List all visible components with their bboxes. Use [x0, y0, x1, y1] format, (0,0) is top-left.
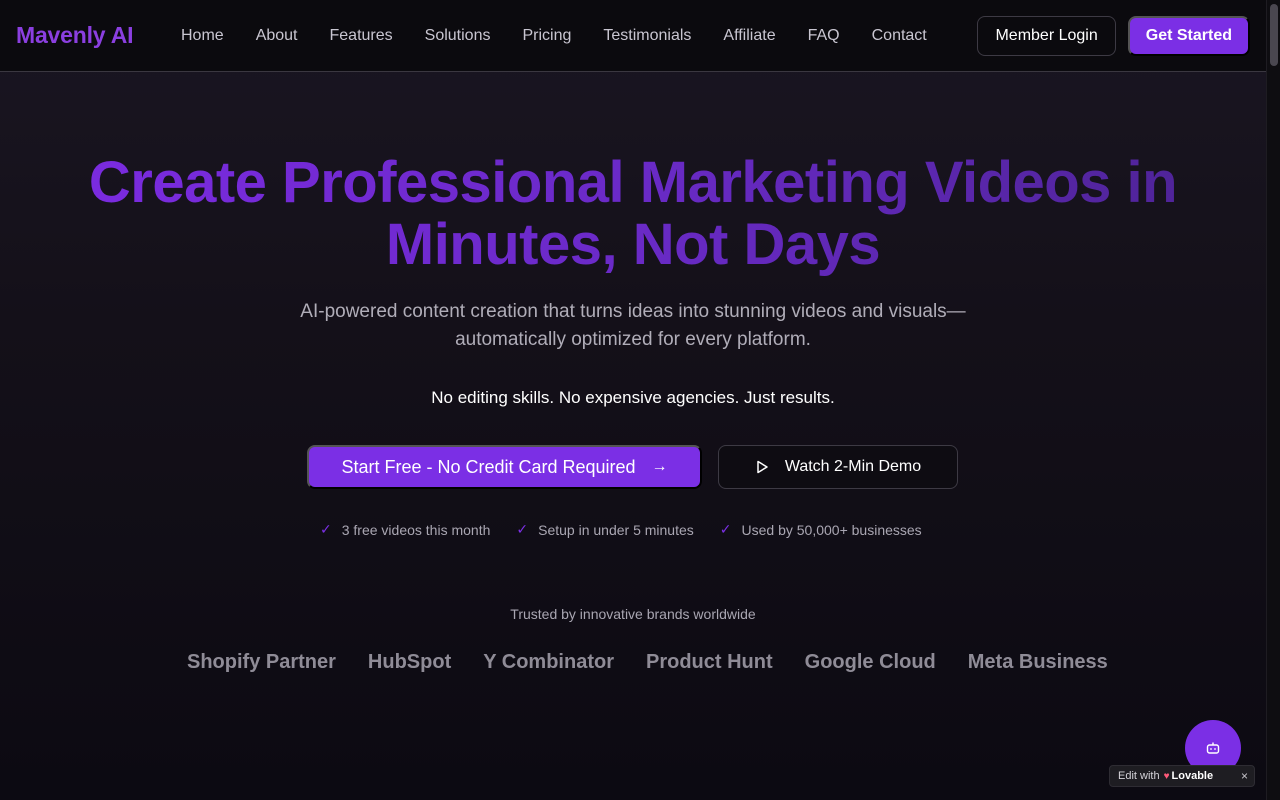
nav-link-contact[interactable]: Contact: [872, 27, 927, 45]
feature-checks: ✓ 3 free videos this month ✓ Setup in un…: [320, 521, 922, 538]
badge-brand-label: Lovable: [1171, 770, 1214, 782]
brand-logos: Shopify Partner HubSpot Y Combinator Pro…: [187, 651, 1108, 674]
trusted-label: Trusted by innovative brands worldwide: [510, 606, 756, 622]
cta-row: Start Free - No Credit Card Required → W…: [307, 445, 958, 489]
brand-logo[interactable]: Mavenly AI: [16, 22, 181, 49]
check-item: ✓ Setup in under 5 minutes: [516, 521, 693, 538]
scrollbar-thumb[interactable]: [1270, 4, 1278, 66]
get-started-button[interactable]: Get Started: [1127, 15, 1250, 56]
nav-link-faq[interactable]: FAQ: [808, 27, 840, 45]
member-login-button[interactable]: Member Login: [977, 15, 1116, 56]
nav-actions: Member Login Get Started: [977, 15, 1250, 56]
hero-title-line-2: Minutes, Not Days: [385, 212, 881, 277]
check-label: Used by 50,000+ businesses: [741, 521, 922, 538]
check-label: 3 free videos this month: [341, 521, 491, 538]
hero-tagline: No editing skills. No expensive agencies…: [431, 388, 835, 407]
badge-brand: ♥ Lovable: [1164, 770, 1214, 782]
brand-producthunt: Product Hunt: [646, 651, 773, 673]
play-icon: [757, 460, 768, 474]
nav-link-solutions[interactable]: Solutions: [425, 27, 491, 45]
start-free-button[interactable]: Start Free - No Credit Card Required →: [307, 445, 702, 489]
hero-subtitle: AI-powered content creation that turns i…: [300, 301, 966, 350]
hero-title-line-1: Create Professional Marketing Videos in: [88, 150, 1178, 215]
page-scrollbar[interactable]: [1266, 0, 1280, 800]
brand-hubspot: HubSpot: [367, 651, 452, 673]
top-navbar: Mavenly AI Home About Features Solutions…: [0, 0, 1266, 72]
edit-with-lovable-badge[interactable]: Edit with ♥ Lovable ×: [1109, 765, 1255, 787]
check-icon: ✓: [320, 521, 332, 537]
brand-ycombinator: Y Combinator: [483, 651, 614, 673]
nav-links: Home About Features Solutions Pricing Te…: [181, 27, 927, 45]
watch-demo-button[interactable]: Watch 2-Min Demo: [718, 445, 958, 489]
nav-link-pricing[interactable]: Pricing: [522, 27, 571, 45]
page: Mavenly AI Home About Features Solutions…: [0, 0, 1280, 800]
nav-link-testimonials[interactable]: Testimonials: [603, 27, 691, 45]
badge-prefix: Edit with: [1118, 770, 1160, 782]
heart-icon: ♥: [1163, 770, 1170, 782]
check-icon: ✓: [516, 521, 529, 537]
hero-title: Create Professional Marketing Videos in …: [0, 152, 1266, 276]
close-icon[interactable]: ×: [1241, 769, 1248, 783]
check-icon: ✓: [719, 521, 732, 537]
check-item: ✓ 3 free videos this month: [320, 521, 490, 538]
check-item: ✓ Used by 50,000+ businesses: [720, 521, 922, 538]
nav-link-about[interactable]: About: [256, 27, 298, 45]
nav-link-home[interactable]: Home: [181, 27, 224, 45]
brand-metabusiness: Meta Business: [967, 651, 1108, 673]
nav-link-features[interactable]: Features: [330, 27, 393, 45]
watch-demo-label: Watch 2-Min Demo: [784, 458, 922, 475]
check-label: Setup in under 5 minutes: [538, 521, 694, 538]
bot-icon: [1206, 742, 1220, 754]
brand-googlecloud: Google Cloud: [804, 651, 936, 673]
arrow-right-icon: →: [651, 458, 668, 475]
nav-link-affiliate[interactable]: Affiliate: [723, 27, 775, 45]
brand-shopify: Shopify Partner: [187, 651, 336, 673]
start-free-label: Start Free - No Credit Card Required: [341, 456, 636, 477]
